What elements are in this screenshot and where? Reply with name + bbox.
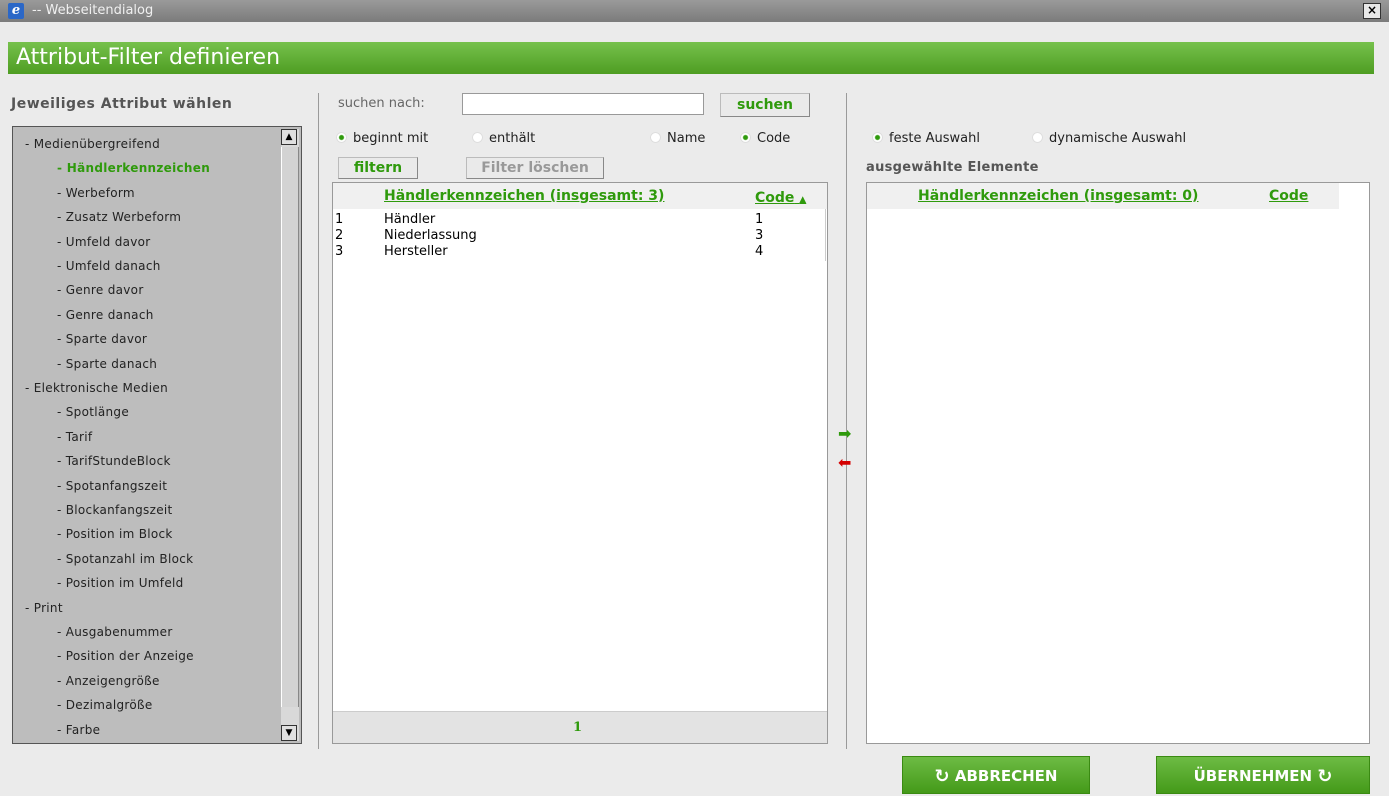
pagination: 1: [333, 711, 827, 743]
attribute-heading: Jeweiliges Attribut wählen: [11, 96, 233, 112]
radio-dot: [872, 132, 883, 143]
table-row-index: 3: [335, 244, 344, 259]
tree-item[interactable]: - Farbe: [57, 723, 100, 737]
divider-right: [846, 93, 847, 749]
radio-code[interactable]: Code: [740, 131, 790, 146]
tree-item[interactable]: - Position der Anzeige: [57, 649, 194, 663]
cancel-label: ABBRECHEN: [954, 767, 1058, 785]
radio-name[interactable]: Name: [650, 131, 705, 146]
attribute-tree: - Farbe - Dezimalgröße - Anzeigengröße - Po…: [12, 126, 302, 744]
page-link[interactable]: 1: [573, 720, 582, 735]
tree-item[interactable]: - Ausgabenummer: [57, 625, 173, 639]
radio-dot: [740, 132, 751, 143]
column-edge: [825, 209, 826, 261]
tree-item[interactable]: - Blockanfangszeit: [57, 503, 173, 517]
cancel-button[interactable]: ↻ ABBRECHEN: [902, 756, 1090, 794]
tree-item[interactable]: - Spotlänge: [57, 405, 129, 419]
window-titlebar: e -- Webseitendialog ×: [0, 0, 1389, 22]
selected-column-header-name[interactable]: Händlerkennzeichen (insgesamt: 0): [918, 188, 1198, 204]
tree-item[interactable]: - Tarif: [57, 430, 92, 444]
column-header-code[interactable]: Code ▲: [755, 190, 806, 206]
tree-group[interactable]: - Medienübergreifend: [25, 137, 160, 151]
table-row-name[interactable]: Hersteller: [384, 245, 448, 258]
column-header-code-label: Code: [755, 190, 795, 206]
radio-label: dynamische Auswahl: [1049, 131, 1187, 146]
radio-dot: [650, 132, 661, 143]
radio-contains[interactable]: enthält: [472, 131, 535, 146]
tree-item[interactable]: - Dezimalgröße: [57, 698, 153, 712]
radio-label: beginnt mit: [353, 131, 429, 146]
radio-dynamic-selection[interactable]: dynamische Auswahl: [1032, 131, 1186, 146]
table-row-name[interactable]: Niederlassung: [384, 229, 477, 242]
tree-group[interactable]: - Print: [25, 601, 63, 615]
selected-list: Händlerkennzeichen (insgesamt: 0) Code: [866, 182, 1370, 744]
column-header-name[interactable]: Händlerkennzeichen (insgesamt: 3): [384, 188, 664, 204]
table-row-code: 1: [755, 212, 764, 227]
radio-begins-with[interactable]: beginnt mit: [336, 131, 428, 146]
tree-item[interactable]: - Genre davor: [57, 283, 144, 297]
radio-fixed-selection[interactable]: feste Auswahl: [872, 131, 980, 146]
tree-item[interactable]: - TarifStundeBlock: [57, 454, 171, 468]
window-title: -- Webseitendialog: [32, 3, 154, 18]
clear-filter-button[interactable]: Filter löschen: [466, 157, 604, 179]
close-icon[interactable]: ×: [1363, 3, 1381, 19]
tree-scrollbar[interactable]: ▲ ▼: [281, 129, 299, 741]
tree-item[interactable]: - Händlerkennzeichen: [57, 161, 210, 175]
tree-item[interactable]: - Position im Umfeld: [57, 576, 184, 590]
tree-item[interactable]: - Sparte danach: [57, 357, 157, 371]
radio-label: feste Auswahl: [889, 131, 980, 146]
search-label: suchen nach:: [338, 96, 425, 111]
tree-item[interactable]: - Umfeld danach: [57, 259, 161, 273]
tree-item[interactable]: - Anzeigengröße: [57, 674, 160, 688]
arrow-left-icon[interactable]: ⬅: [838, 455, 851, 471]
scroll-up-icon[interactable]: ▲: [281, 129, 297, 145]
search-input[interactable]: [462, 93, 704, 115]
tree-item[interactable]: - Genre danach: [57, 308, 154, 322]
arrow-right-icon[interactable]: ➡: [838, 426, 851, 442]
table-row-index: 2: [335, 228, 344, 243]
tree-item[interactable]: - Position im Block: [57, 527, 173, 541]
radio-label: enthält: [489, 131, 536, 146]
selected-heading: ausgewählte Elemente: [866, 160, 1039, 175]
radio-dot: [472, 132, 483, 143]
tree-item[interactable]: - Spotanzahl im Block: [57, 552, 193, 566]
search-button[interactable]: suchen: [720, 93, 810, 117]
table-row-name[interactable]: Händler: [384, 213, 435, 226]
tree-item[interactable]: - Umfeld davor: [57, 235, 151, 249]
filter-button[interactable]: filtern: [338, 157, 418, 179]
radio-dot: [1032, 132, 1043, 143]
table-row-index: 1: [335, 212, 344, 227]
page-title: Attribut-Filter definieren: [8, 42, 1374, 74]
radio-dot: [336, 132, 347, 143]
divider-left: [318, 93, 319, 749]
tree-item[interactable]: - Werbeform: [57, 186, 135, 200]
apply-button[interactable]: ÜBERNEHMEN ↻: [1156, 756, 1370, 794]
radio-label: Name: [667, 131, 706, 146]
apply-label: ÜBERNEHMEN: [1193, 767, 1313, 785]
tree-item[interactable]: - Spotanfangszeit: [57, 479, 167, 493]
back-icon: ↻: [934, 766, 950, 787]
table-row-code: 3: [755, 228, 764, 243]
selected-column-header-code[interactable]: Code: [1269, 188, 1308, 204]
tree-group[interactable]: - Elektronische Medien: [25, 381, 168, 395]
scroll-down-icon[interactable]: ▼: [281, 725, 297, 741]
table-row-code: 4: [755, 244, 764, 259]
available-list: Händlerkennzeichen (insgesamt: 3) Code ▲…: [332, 182, 828, 744]
radio-label: Code: [757, 131, 791, 146]
tree-item[interactable]: - Sparte davor: [57, 332, 147, 346]
sort-asc-icon: ▲: [799, 195, 807, 205]
scroll-thumb[interactable]: [281, 147, 299, 707]
tree-item[interactable]: - Zusatz Werbeform: [57, 210, 181, 224]
forward-icon: ↻: [1317, 766, 1333, 787]
browser-icon: e: [8, 3, 24, 19]
